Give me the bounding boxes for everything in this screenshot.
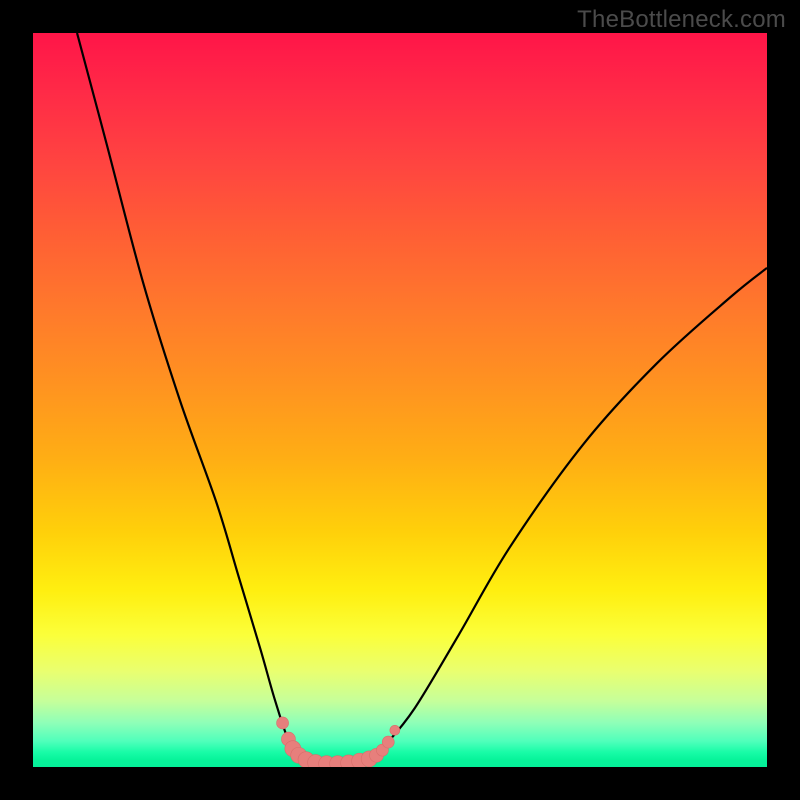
curve-marker [390, 725, 400, 735]
watermark-text: TheBottleneck.com [577, 6, 786, 34]
curve-markers [277, 717, 400, 767]
curve-marker [382, 736, 394, 748]
plot-area [33, 33, 767, 767]
chart-frame: TheBottleneck.com [0, 0, 800, 800]
bottleneck-curve [77, 33, 767, 764]
chart-svg [33, 33, 767, 767]
curve-marker [277, 717, 289, 729]
